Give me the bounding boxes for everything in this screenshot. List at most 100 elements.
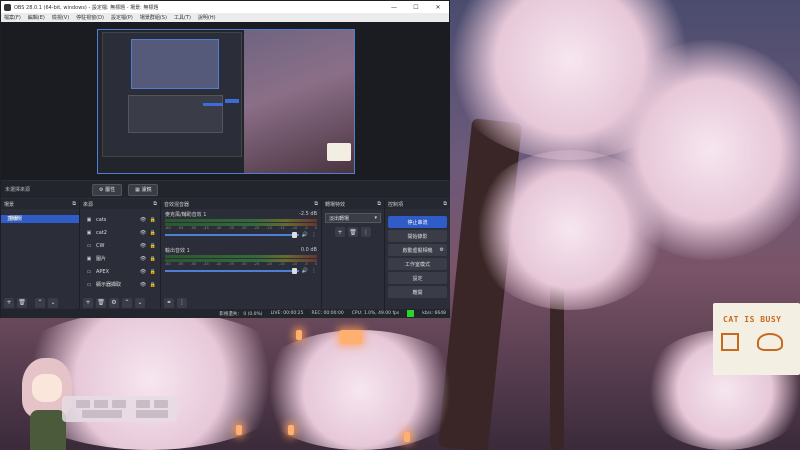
dock-float-icon[interactable]: ⧉ <box>377 201 381 207</box>
lock-icon[interactable]: 🔒 <box>150 256 156 262</box>
preview-nested-obs <box>102 32 242 157</box>
transitions-dock: 轉場特效 ⧉ 淡出轉場 ▾ + 🗑 ⋮ <box>322 199 384 309</box>
controls-header: 控制項 ⧉ <box>385 199 450 209</box>
gear-icon[interactable] <box>30 298 32 308</box>
eye-icon[interactable]: 👁 <box>140 217 146 223</box>
menu-tools[interactable]: 工具(T) <box>174 14 191 21</box>
source-name: 顯示器擷取 <box>96 282 122 288</box>
more-icon[interactable]: ⋮ <box>311 232 317 238</box>
scale-tick: -60 <box>165 262 171 266</box>
volume-slider[interactable] <box>165 232 299 238</box>
lock-icon[interactable]: 🔒 <box>150 230 156 236</box>
scenes-dock: 場景 ⧉ 直播場 場景 + 🗑 ⌃ ⌄ <box>1 199 79 309</box>
more-icon[interactable]: ⋮ <box>361 227 371 237</box>
more-icon[interactable]: ⋮ <box>311 268 317 274</box>
transitions-title: 轉場特效 <box>325 201 346 208</box>
studio-mode-button[interactable]: 工作室模式 <box>388 258 447 270</box>
cat-face-icon <box>757 333 783 351</box>
menu-docks[interactable]: 停駐視窗(D) <box>76 14 104 21</box>
source-item[interactable]: ▭ CW 👁 🔒 <box>80 239 160 252</box>
more-icon[interactable]: ⋮ <box>177 297 187 308</box>
lock-icon[interactable]: 🔒 <box>150 282 156 288</box>
add-icon[interactable]: + <box>4 297 14 308</box>
menu-scene-collection[interactable]: 場景群組(S) <box>140 14 167 21</box>
lock-icon[interactable]: 🔒 <box>150 269 156 275</box>
start-recording-button[interactable]: 開始錄影 <box>388 230 447 242</box>
lock-icon[interactable]: 🔒 <box>150 217 156 223</box>
preview-nested-canvas <box>131 39 219 89</box>
gear-icon[interactable]: ⚙ <box>440 247 444 253</box>
menu-view[interactable]: 檢視(V) <box>52 14 69 21</box>
link-icon[interactable]: ⚭ <box>164 297 174 308</box>
scale-tick: -50 <box>190 262 197 266</box>
source-item[interactable]: ▭ 顯示器擷取 👁 🔒 <box>80 278 160 291</box>
menu-profile[interactable]: 設定檔(P) <box>111 14 133 21</box>
menu-bar: 檔案(F) 編輯(E) 檢視(V) 停駐視窗(D) 設定檔(P) 場景群組(S)… <box>1 13 449 22</box>
keyboard-key <box>94 400 108 408</box>
rec-time: REC: 00:00:00 <box>311 311 344 316</box>
obs-logo-icon <box>4 3 11 11</box>
settings-button[interactable]: 設定 <box>388 272 447 284</box>
virtual-camera-button[interactable]: 啟動虛擬相機 ⚙ <box>388 244 447 256</box>
scale-tick: -60 <box>165 226 171 230</box>
scale-tick: -45 <box>202 226 209 230</box>
add-icon[interactable]: + <box>335 227 345 237</box>
status-bar: 影格遺失： 0 (0.0%) LIVE: 00:00:25 REC: 00:00… <box>1 309 450 318</box>
mixer-header: 音效混音器 ⧉ <box>161 199 321 209</box>
properties-button[interactable]: ⚙ 屬性 <box>92 183 123 196</box>
preview-nested-button <box>225 99 239 103</box>
keyboard-key <box>112 400 126 408</box>
source-item[interactable]: ▣ cat2 👁 🔒 <box>80 226 160 239</box>
chevron-down-icon: ▾ <box>374 215 377 221</box>
speaker-icon[interactable]: 🔊 <box>302 268 308 274</box>
preview-canvas[interactable] <box>97 29 355 174</box>
source-item[interactable]: ▣ cats 👁 🔒 <box>80 213 160 226</box>
eye-icon[interactable]: 👁 <box>140 256 146 262</box>
menu-help[interactable]: 說明(H) <box>198 14 216 21</box>
exit-button[interactable]: 離開 <box>388 286 447 298</box>
eye-icon[interactable]: 👁 <box>140 282 146 288</box>
chevron-down-icon[interactable]: ⌄ <box>135 297 145 308</box>
transition-select[interactable]: 淡出轉場 ▾ <box>325 213 381 223</box>
scale-tick: -5 <box>304 262 308 266</box>
dock-float-icon[interactable]: ⧉ <box>153 201 157 207</box>
slider-handle[interactable] <box>292 232 297 238</box>
chevron-up-icon[interactable]: ⌃ <box>122 297 132 308</box>
chevron-up-icon[interactable]: ⌃ <box>35 297 45 308</box>
source-name: cats <box>96 216 107 223</box>
audio-mixer-dock: 音效混音器 ⧉ 麥克風/輔助音效 1 -2.5 dB -60 -55 -50 -45-… <box>161 199 321 309</box>
menu-file[interactable]: 檔案(F) <box>4 14 21 21</box>
transition-current: 淡出轉場 <box>329 215 350 222</box>
close-button[interactable]: ✕ <box>427 4 449 11</box>
lock-icon[interactable]: 🔒 <box>150 243 156 249</box>
monitor-icon: ▭ <box>86 281 92 288</box>
filters-button[interactable]: ▦ 濾鏡 <box>128 183 159 196</box>
trash-icon[interactable]: 🗑 <box>17 297 27 308</box>
dock-float-icon[interactable]: ⧉ <box>72 201 76 207</box>
source-item[interactable]: ▭ APEX 👁 🔒 <box>80 265 160 278</box>
minimize-button[interactable]: — <box>383 4 405 11</box>
scenes-title: 場景 <box>4 201 15 208</box>
eye-icon[interactable]: 👁 <box>140 230 146 236</box>
menu-edit[interactable]: 編輯(E) <box>28 14 45 21</box>
eye-icon[interactable]: 👁 <box>140 243 146 249</box>
cpu-usage: CPU: 1.0%, 49.00 fps <box>351 311 400 316</box>
chevron-down-icon[interactable]: ⌄ <box>48 297 58 308</box>
eye-icon[interactable]: 👁 <box>140 269 146 275</box>
gear-icon[interactable]: ⚙ <box>109 297 119 308</box>
dock-float-icon[interactable]: ⧉ <box>314 201 318 207</box>
scene-item[interactable]: 場景 <box>3 215 79 223</box>
slider-handle[interactable] <box>292 268 297 274</box>
add-icon[interactable]: + <box>83 297 93 308</box>
stop-streaming-button[interactable]: 停止串流 <box>388 216 447 228</box>
trash-icon[interactable]: 🗑 <box>96 297 106 308</box>
trash-icon[interactable]: 🗑 <box>348 227 358 237</box>
volume-slider[interactable] <box>165 268 299 274</box>
keyboard-overlay <box>62 396 177 422</box>
no-source-label: 未選擇來源 <box>5 187 31 193</box>
source-item[interactable]: ▣ 圖片 👁 🔒 <box>80 252 160 265</box>
monitor-icon: ▭ <box>86 242 92 249</box>
dock-float-icon[interactable]: ⧉ <box>443 201 447 207</box>
maximize-button[interactable]: ☐ <box>405 4 427 11</box>
speaker-icon[interactable]: 🔊 <box>302 232 308 238</box>
